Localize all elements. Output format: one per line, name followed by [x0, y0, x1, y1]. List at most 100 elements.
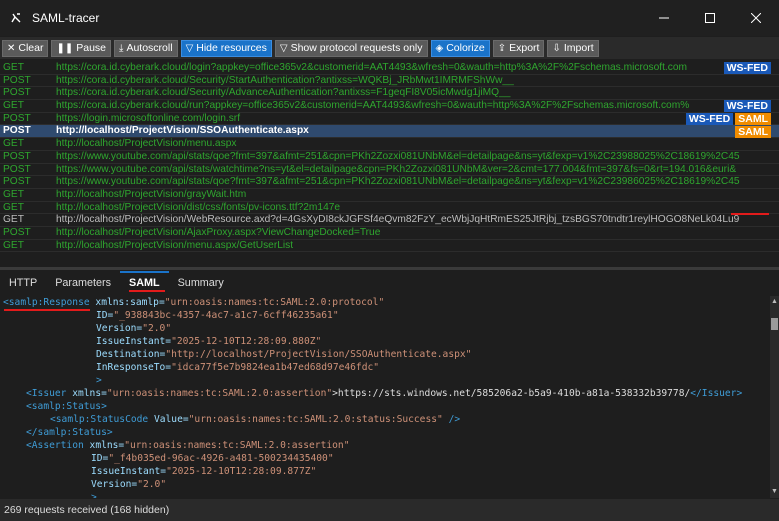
colorize-button[interactable]: ◈ Colorize	[430, 39, 490, 57]
maximize-icon	[705, 13, 715, 23]
request-method: GET	[3, 100, 24, 112]
scroll-thumb[interactable]	[771, 318, 778, 330]
saml-xml-view: <samlp:Response xmlns:samlp="urn:oasis:n…	[0, 296, 770, 498]
hide-resources-button[interactable]: ▽ Hide resources	[180, 39, 272, 57]
toolbar-button-label: Hide resources	[196, 42, 267, 54]
tab-summary[interactable]: Summary	[169, 271, 233, 295]
toolbar-icon: ▽	[185, 42, 194, 54]
active-tab-indicator	[120, 271, 169, 273]
saml-badge: SAML	[735, 125, 771, 138]
request-row[interactable]: POST https://login.microsoftonline.com/lo…	[0, 113, 779, 126]
toolbar: ✕ Clear ❚❚ Pause ⤓ Autoscroll ▽ Hide resources ▽…	[0, 37, 779, 59]
xml-scrollbar[interactable]: ▲ ▼	[770, 296, 779, 498]
xml-line: InResponseTo="idca77f5e7b9824ea1b47ed68d…	[96, 361, 379, 374]
request-row[interactable]: GET https://cora.id.cyberark.cloud/login?…	[0, 62, 779, 75]
title-bar: SAML-tracer	[0, 0, 779, 36]
pane-splitter[interactable]	[0, 267, 779, 270]
export-button[interactable]: ⇪ Export	[492, 39, 545, 57]
request-row[interactable]: POST https://www.youtube.com/api/stats/qo…	[0, 151, 779, 164]
tab-http[interactable]: HTTP	[0, 271, 46, 295]
request-row[interactable]: POST https://cora.id.cyberark.cloud/Secur…	[0, 87, 779, 101]
xml-line: ID="_938843bc-4357-4ac7-a1c7-6cff46235a6…	[96, 309, 339, 322]
request-row[interactable]: GET http://localhost/ProjectVision/menu.a…	[0, 138, 779, 151]
request-url: http://localhost/ProjectVision/AjaxProxy…	[56, 226, 381, 238]
request-method: GET	[3, 138, 24, 150]
xml-attr: ID=	[96, 310, 114, 321]
xml-line: <samlp:StatusCode Value="urn:oasis:names…	[50, 413, 460, 426]
xml-tag: />	[442, 414, 461, 425]
xml-line: >	[91, 491, 97, 498]
ws-fed-badge: WS-FED	[723, 100, 771, 113]
request-row[interactable]: POST https://www.youtube.com/api/stats/wa…	[0, 164, 779, 177]
minimize-button[interactable]	[641, 0, 687, 36]
xml-tag: <Assertion	[26, 440, 84, 451]
request-method: GET	[3, 201, 24, 213]
xml-attr: InResponseTo=	[96, 362, 172, 373]
scroll-down-icon[interactable]: ▼	[770, 488, 779, 496]
request-row[interactable]: GET http://localhost/ProjectVision/grayWa…	[0, 189, 779, 202]
maximize-button[interactable]	[687, 0, 733, 36]
pause-button[interactable]: ❚❚ Pause	[51, 39, 112, 57]
request-row[interactable]: GET http://localhost/ProjectVision/WebRes…	[0, 214, 779, 227]
request-row[interactable]: POST https://www.youtube.com/api/stats/qo…	[0, 176, 779, 189]
xml-tag: </samlp:Status>	[26, 427, 113, 438]
xml-line: <samlp:Status>	[26, 400, 107, 413]
request-row[interactable]: GET http://localhost/ProjectVision/dist/c…	[0, 202, 779, 215]
tab-label: SAML	[129, 277, 160, 289]
toolbar-button-label: Show protocol requests only	[290, 42, 423, 54]
request-url: https://cora.id.cyberark.cloud/run?appke…	[56, 100, 690, 112]
toolbar-button-label: Import	[563, 42, 594, 54]
saml-tracer-app-icon	[8, 10, 24, 26]
xml-value: "urn:oasis:names:tc:SAML:2.0:status:Succ…	[188, 414, 443, 425]
status-bar: 269 requests received (168 hidden)	[0, 499, 779, 521]
xml-text: >https://sts.windows.net/585206a2-b5a9-4…	[332, 388, 691, 399]
close-button[interactable]	[733, 0, 779, 36]
request-row[interactable]: POST http://localhost/ProjectVision/SSOAu…	[0, 125, 779, 139]
autoscroll-button[interactable]: ⤓ Autoscroll	[114, 39, 178, 57]
request-url: https://cora.id.cyberark.cloud/login?app…	[56, 62, 688, 73]
scroll-up-icon[interactable]: ▲	[770, 298, 779, 306]
ws-fed-badge: WS-FED	[685, 113, 734, 126]
toolbar-button-label: Pause	[76, 42, 107, 54]
xml-value: "_f4b035ed-96ac-4926-a481-500234435400"	[108, 453, 334, 464]
protocol-badges: WS-FED	[722, 62, 771, 75]
request-row[interactable]: POST http://localhost/ProjectVision/AjaxP…	[0, 227, 779, 240]
toolbar-button-label: Export	[509, 42, 540, 54]
request-row[interactable]: GET https://cora.id.cyberark.cloud/run?ap…	[0, 100, 779, 113]
request-method: POST	[3, 125, 31, 137]
request-row[interactable]: GET http://localhost/ProjectVision/menu.a…	[0, 240, 779, 253]
xml-tag: <samlp:Response	[3, 297, 90, 308]
request-row[interactable]: POST https://cora.id.cyberark.cloud/Secur…	[0, 75, 779, 88]
show-protocol-requests-only-button[interactable]: ▽ Show protocol requests only	[274, 39, 428, 57]
xml-line: Version="2.0"	[96, 322, 171, 335]
status-text: 269 requests received (168 hidden)	[4, 504, 170, 516]
request-url: http://localhost/ProjectVision/menu.aspx…	[56, 239, 294, 251]
toolbar-icon: ▽	[279, 42, 288, 54]
request-method: GET	[3, 62, 24, 73]
clear-button[interactable]: ✕ Clear	[2, 39, 49, 57]
request-method: POST	[3, 226, 31, 238]
request-url: http://localhost/ProjectVision/menu.aspx	[56, 138, 237, 150]
xml-attr: Value=	[153, 414, 189, 425]
xml-line: <samlp:Response xmlns:samlp="urn:oasis:n…	[3, 296, 384, 309]
xml-value: "2025-12-10T12:28:09.880Z"	[171, 336, 322, 347]
xml-line: </samlp:Status>	[26, 426, 113, 439]
tab-parameters[interactable]: Parameters	[46, 271, 120, 295]
toolbar-button-label: Clear	[18, 42, 44, 54]
detail-tabs: HTTP Parameters SAML Summary	[0, 271, 779, 295]
xml-tag: <Issuer	[26, 388, 67, 399]
request-method: POST	[3, 74, 31, 86]
xml-tag: <samlp:Status>	[26, 401, 107, 412]
ws-fed-badge: WS-FED	[723, 62, 771, 75]
request-method: POST	[3, 176, 31, 188]
toolbar-button-label: Colorize	[446, 42, 485, 54]
saml-badge: SAML	[735, 113, 771, 126]
xml-line: IssueInstant="2025-12-10T12:28:09.877Z"	[91, 465, 316, 478]
request-url: https://login.microsoftonline.com/login.…	[56, 112, 241, 124]
xml-value: "2.0"	[142, 323, 172, 334]
toolbar-button-label: Autoscroll	[126, 42, 173, 54]
xml-line: Destination="http://localhost/ProjectVis…	[96, 348, 471, 361]
import-button[interactable]: ⇩ Import	[547, 39, 599, 57]
xml-attr: IssueInstant=	[91, 466, 167, 477]
close-icon	[751, 13, 761, 23]
